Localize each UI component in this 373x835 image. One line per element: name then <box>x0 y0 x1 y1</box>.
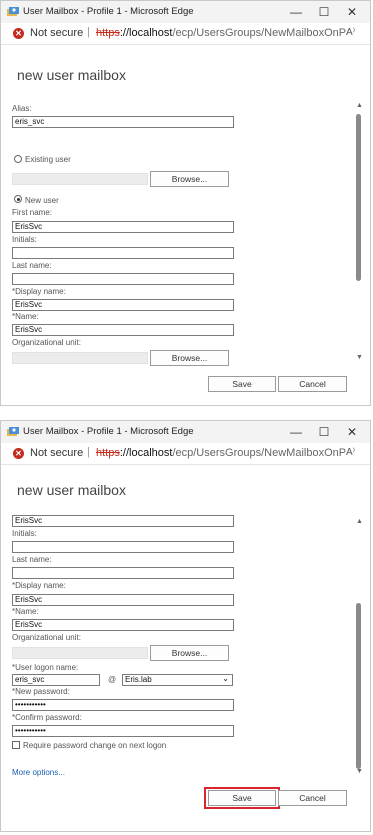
name-label: *Name: <box>12 607 39 616</box>
organizational-unit-label: Organizational unit: <box>12 338 81 347</box>
scrollbar-thumb[interactable] <box>356 114 361 281</box>
address-bar[interactable]: ✕ Not secure | https://localhost/ecp/Use… <box>1 24 370 45</box>
address-bar[interactable]: ✕ Not secure | https://localhost/ecp/Use… <box>1 444 370 465</box>
initials-input[interactable] <box>12 541 234 553</box>
user-logon-name-label: *User logon name: <box>12 663 79 672</box>
browser-window-1: User Mailbox - Profile 1 - Microsoft Edg… <box>0 0 371 406</box>
new-user-label: New user <box>25 196 59 205</box>
display-name-label: *Display name: <box>12 581 66 590</box>
url-host: ://localhost <box>119 447 173 459</box>
not-secure-icon[interactable]: ✕ <box>13 28 24 39</box>
scroll-down-arrow-icon[interactable]: ▼ <box>356 768 363 775</box>
cancel-button[interactable]: Cancel <box>278 376 347 392</box>
display-name-label: *Display name: <box>12 287 66 296</box>
new-user-radio[interactable] <box>14 195 22 203</box>
address-separator: | <box>87 446 90 458</box>
page-title: new user mailbox <box>17 67 126 83</box>
initials-input[interactable] <box>12 247 234 259</box>
window-title: User Mailbox - Profile 1 - Microsoft Edg… <box>23 426 194 437</box>
existing-user-browse-button[interactable]: Browse... <box>150 171 229 187</box>
at-sign: @ <box>108 675 117 684</box>
last-name-label: Last name: <box>12 555 52 564</box>
initials-label: Initials: <box>12 235 37 244</box>
maximize-button[interactable]: ☐ <box>312 423 336 441</box>
organizational-unit-browse-button[interactable]: Browse... <box>150 645 229 661</box>
more-options-link[interactable]: More options... <box>12 768 65 777</box>
url-scheme: https <box>96 447 120 459</box>
url-host: ://localhost <box>119 27 173 39</box>
initials-label: Initials: <box>12 529 37 538</box>
read-aloud-icon[interactable]: A⁾ <box>346 447 355 458</box>
display-name-input[interactable]: ErisSvc <box>12 594 234 606</box>
scroll-up-arrow-icon[interactable]: ▲ <box>356 518 363 525</box>
confirm-password-label: *Confirm password: <box>12 713 82 722</box>
close-button[interactable]: ✕ <box>340 3 364 21</box>
user-logon-name-input[interactable]: eris_svc <box>12 674 100 686</box>
url-path: /ecp/UsersGroups/NewMailboxOnPremises... <box>172 447 346 459</box>
new-password-label: *New password: <box>12 687 70 696</box>
window-title: User Mailbox - Profile 1 - Microsoft Edg… <box>23 6 194 17</box>
url-scheme: https <box>96 27 120 39</box>
first-name-input[interactable]: ErisSvc <box>12 515 234 527</box>
name-input[interactable]: ErisSvc <box>12 324 234 336</box>
not-secure-label[interactable]: Not secure <box>30 447 83 459</box>
scrollbar-thumb[interactable] <box>356 603 361 769</box>
name-label: *Name: <box>12 312 39 321</box>
close-button[interactable]: ✕ <box>340 423 364 441</box>
title-bar: User Mailbox - Profile 1 - Microsoft Edg… <box>1 421 370 443</box>
save-button[interactable]: Save <box>208 376 276 392</box>
user-mailbox-app-icon <box>7 7 19 16</box>
first-name-input[interactable]: ErisSvc <box>12 221 234 233</box>
domain-select-value: Eris.lab <box>125 675 152 684</box>
title-bar: User Mailbox - Profile 1 - Microsoft Edg… <box>1 1 370 23</box>
scroll-down-arrow-icon[interactable]: ▼ <box>356 354 363 361</box>
address-separator: | <box>87 26 90 38</box>
last-name-input[interactable] <box>12 273 234 285</box>
alias-input[interactable]: eris_svc <box>12 116 234 128</box>
existing-user-field <box>12 173 148 185</box>
organizational-unit-label: Organizational unit: <box>12 633 81 642</box>
not-secure-label[interactable]: Not secure <box>30 27 83 39</box>
require-password-change-label: Require password change on next logon <box>23 741 167 750</box>
read-aloud-icon[interactable]: A⁾ <box>346 27 355 38</box>
url-path: /ecp/UsersGroups/NewMailboxOnPremises... <box>172 27 346 39</box>
organizational-unit-browse-button[interactable]: Browse... <box>150 350 229 366</box>
minimize-button[interactable]: — <box>284 3 308 21</box>
name-input[interactable]: ErisSvc <box>12 619 234 631</box>
last-name-input[interactable] <box>12 567 234 579</box>
save-button-highlight <box>204 787 280 809</box>
new-password-input[interactable]: ••••••••••• <box>12 699 234 711</box>
minimize-button[interactable]: — <box>284 423 308 441</box>
url-text[interactable]: https://localhost/ecp/UsersGroups/NewMai… <box>96 27 346 39</box>
not-secure-icon[interactable]: ✕ <box>13 448 24 459</box>
user-mailbox-app-icon <box>7 427 19 436</box>
page-title: new user mailbox <box>17 482 126 498</box>
browser-window-2: User Mailbox - Profile 1 - Microsoft Edg… <box>0 420 371 832</box>
display-name-input[interactable]: ErisSvc <box>12 299 234 311</box>
cancel-button[interactable]: Cancel <box>278 790 347 806</box>
alias-label: Alias: <box>12 104 32 113</box>
domain-select[interactable]: Eris.lab ⌄ <box>122 674 233 686</box>
first-name-label: First name: <box>12 208 53 217</box>
existing-user-label: Existing user <box>25 155 71 164</box>
maximize-button[interactable]: ☐ <box>312 3 336 21</box>
last-name-label: Last name: <box>12 261 52 270</box>
organizational-unit-field <box>12 352 148 364</box>
confirm-password-input[interactable]: ••••••••••• <box>12 725 234 737</box>
url-text[interactable]: https://localhost/ecp/UsersGroups/NewMai… <box>96 447 346 459</box>
require-password-change-checkbox[interactable] <box>12 741 20 749</box>
chevron-down-icon: ⌄ <box>222 674 229 683</box>
organizational-unit-field <box>12 647 148 659</box>
scroll-up-arrow-icon[interactable]: ▲ <box>356 102 363 109</box>
existing-user-radio[interactable] <box>14 155 22 163</box>
